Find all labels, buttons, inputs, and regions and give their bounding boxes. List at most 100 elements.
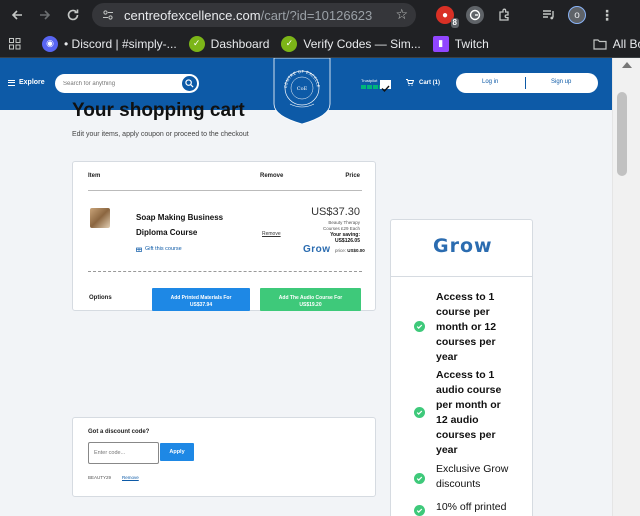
benefit-line: year xyxy=(436,351,458,363)
bookmark-twitch[interactable]: ▮ Twitch xyxy=(432,30,489,58)
bookmark-label: Verify Codes — Sim... xyxy=(303,36,421,51)
bookmarks-bar: ◉ • Discord | #simply-... ✓ Dashboard ✓ … xyxy=(0,30,640,58)
profile-avatar[interactable]: o xyxy=(568,6,586,24)
grow-logo: Grow xyxy=(433,235,493,257)
benefit-text: Exclusive Grow discounts xyxy=(436,462,526,492)
remove-item-link[interactable]: Remove xyxy=(262,231,281,237)
search-input[interactable] xyxy=(63,77,173,90)
discord-icon: ◉ xyxy=(42,35,58,52)
scrollbar-thumb[interactable] xyxy=(617,92,627,176)
check-circle-icon xyxy=(414,505,425,516)
benefit-line: 12 audio xyxy=(436,414,479,426)
search-submit-button[interactable] xyxy=(182,76,197,91)
extensions-button[interactable] xyxy=(495,6,513,24)
explore-label: Explore xyxy=(19,79,45,86)
puzzle-icon xyxy=(499,8,509,21)
benefit-line: courses per xyxy=(436,429,496,441)
auth-divider xyxy=(525,77,526,89)
logo-initials: CoE xyxy=(297,86,308,92)
course-title-line2: Diploma Course xyxy=(136,228,198,237)
reload-button[interactable] xyxy=(62,4,84,26)
all-bookmarks-button[interactable]: All Bookmarks xyxy=(593,30,640,58)
bookmark-verify-codes[interactable]: ✓ Verify Codes — Sim... xyxy=(281,30,421,58)
benefit-text: 10% off printed xyxy=(436,500,526,515)
extension-icon[interactable]: ● 8 xyxy=(436,6,459,28)
add-printed-materials-button[interactable]: Add Printed Materials For US$37.94 xyxy=(152,288,250,311)
header-divider xyxy=(88,190,362,191)
bookmark-star-icon[interactable]: ☆ xyxy=(395,6,408,23)
url-host: centreofexcellence.com xyxy=(124,7,261,23)
benefit-text: Access to 1 audio course per month or 12… xyxy=(436,368,526,458)
login-link[interactable]: Log in xyxy=(482,79,498,85)
bookmark-label: Dashboard xyxy=(210,36,270,51)
extension-icon-2[interactable] xyxy=(466,6,484,24)
printed-button-line1: Add Printed Materials For xyxy=(170,294,232,301)
more-vert-icon: ⋮ xyxy=(600,6,614,23)
course-thumbnail[interactable] xyxy=(90,208,110,228)
bookmark-dashboard[interactable]: ✓ Dashboard xyxy=(188,30,270,58)
gift-course-link[interactable]: Gift this course xyxy=(136,246,182,252)
item-price: US$37.30 xyxy=(311,206,360,218)
apps-grid-icon xyxy=(9,37,21,49)
media-controls-button[interactable] xyxy=(540,6,558,24)
grow-membership-card: Grow Access to 1 course per month or 12 … xyxy=(390,219,533,516)
grow-price: price: US$0.00 xyxy=(335,248,365,253)
grow-mini-logo: Grow xyxy=(303,244,331,255)
grammar-extension-icon xyxy=(469,9,481,21)
options-label: Options xyxy=(89,295,112,301)
bookmark-label: Twitch xyxy=(454,36,489,51)
apps-button[interactable] xyxy=(9,30,21,58)
discount-code-input[interactable] xyxy=(88,442,159,464)
profile-initial: o xyxy=(574,9,580,21)
forward-button[interactable] xyxy=(34,4,56,26)
site-settings-icon[interactable] xyxy=(100,7,116,23)
price-note-line2: Courses £29 Each xyxy=(322,225,360,231)
chrome-menu-button[interactable]: ⋮ xyxy=(598,6,616,24)
add-audio-course-button[interactable]: Add The Audio Course For US$19.20 xyxy=(260,288,361,311)
extension-letter-icon: ● xyxy=(441,9,449,21)
checkmark-logo-icon: ✓ xyxy=(188,35,205,52)
signup-link[interactable]: Sign up xyxy=(551,79,571,85)
site-logo[interactable]: CENTRE OF EXCELLENCE CoE xyxy=(273,58,331,124)
benefit-line: course per xyxy=(436,306,490,318)
benefit-line: per month or xyxy=(436,399,501,411)
benefit-line: Access to 1 xyxy=(436,369,495,381)
checkmark-icon xyxy=(381,85,390,93)
benefit-line: Exclusive Grow xyxy=(436,463,509,475)
page-scrollbar[interactable] xyxy=(612,58,640,516)
auth-buttons: Log in Sign up xyxy=(456,73,598,93)
cart-link[interactable]: Cart (1) xyxy=(406,79,440,86)
checkmark-logo-icon: ✓ xyxy=(281,35,298,52)
course-title[interactable]: Soap Making Business Diploma Course xyxy=(136,210,246,240)
address-bar[interactable]: centreofexcellence.com/cart/?id=10126623… xyxy=(92,3,416,27)
back-arrow-icon xyxy=(11,10,22,20)
apply-discount-button[interactable]: Apply xyxy=(160,443,194,461)
remove-discount-link[interactable]: Remove xyxy=(122,475,139,480)
benefit-line: Access to 1 xyxy=(436,291,495,303)
back-button[interactable] xyxy=(6,4,28,26)
benefit-text: Access to 1 course per month or 12 cours… xyxy=(436,290,526,365)
browser-window: centreofexcellence.com/cart/?id=10126623… xyxy=(0,0,640,516)
all-bookmarks-label: All Bookmarks xyxy=(612,36,640,51)
bookmark-label: • Discord | #simply-... xyxy=(64,36,177,51)
check-circle-icon xyxy=(414,407,425,418)
column-header-item: Item xyxy=(88,173,101,179)
discount-card: Got a discount code? Apply BEAUTY29 Remo… xyxy=(72,417,376,497)
bookmark-discord[interactable]: ◉ • Discord | #simply-... xyxy=(42,30,177,58)
reload-icon xyxy=(67,9,79,21)
cart-label: Cart (1) xyxy=(419,79,441,86)
benefit-line: 10% off printed xyxy=(436,501,507,513)
page-title: Your shopping cart xyxy=(72,100,245,121)
site-search xyxy=(55,74,199,93)
audio-button-line2: US$19.20 xyxy=(299,301,322,308)
url-path: /cart/?id=10126623 xyxy=(260,7,373,23)
cart-card: Item Remove Price Soap Making Business D… xyxy=(72,161,376,311)
gift-label: Gift this course xyxy=(145,246,182,252)
explore-menu-button[interactable]: Explore xyxy=(8,78,45,87)
benefit-line: courses per xyxy=(436,336,496,348)
url-text: centreofexcellence.com/cart/?id=10126623 xyxy=(124,8,372,23)
search-icon xyxy=(185,79,194,88)
gift-icon xyxy=(136,247,142,252)
scroll-up-arrow-icon[interactable] xyxy=(622,62,632,68)
currency-selector[interactable] xyxy=(380,80,391,93)
